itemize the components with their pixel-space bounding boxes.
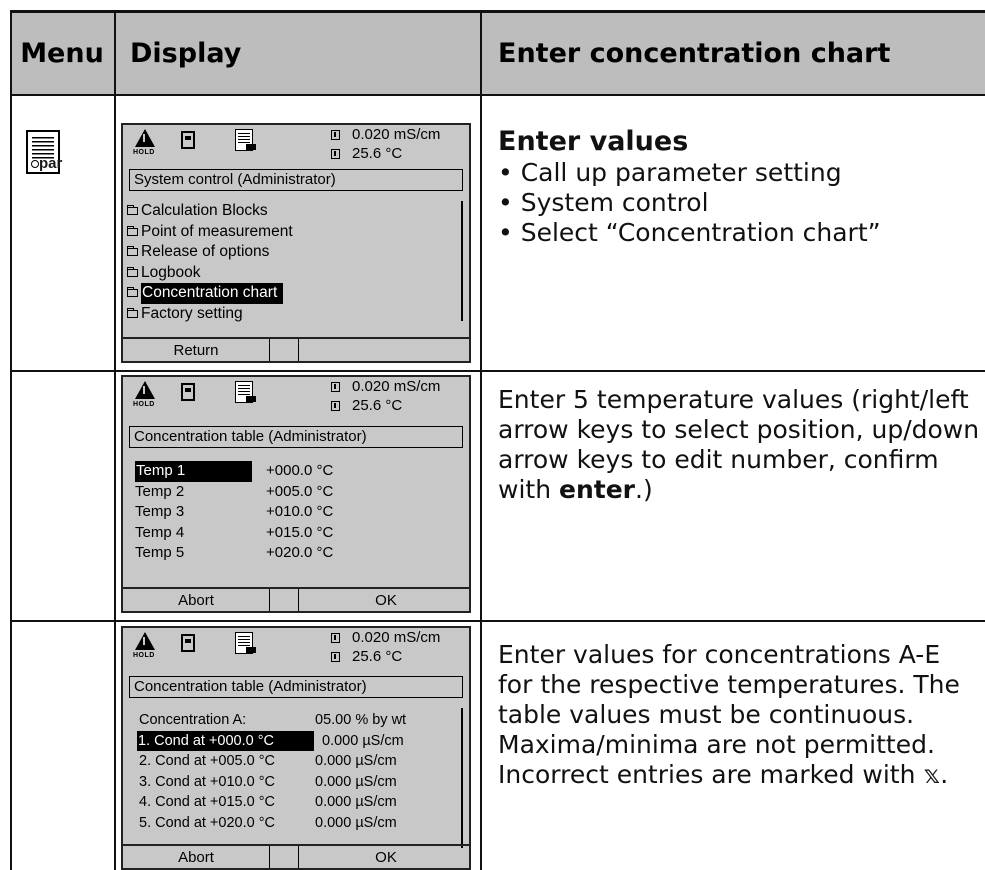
table-row[interactable]: Temp 5 +020.0 °C (135, 543, 333, 564)
status-bar: HOLD 0.020 mS/cm 25.6 °C (123, 377, 469, 421)
screen-title: Concentration table (Administrator) (129, 426, 463, 448)
header-enter-concentration-chart: Enter concentration chart (498, 38, 891, 69)
hold-warning-icon: HOLD (133, 381, 157, 411)
folder-icon (127, 287, 138, 298)
table-row[interactable]: Temp 2 +005.0 °C (135, 482, 333, 503)
gear-icon (31, 160, 39, 168)
softkey-bar: Abort OK (123, 587, 469, 611)
softkey-divider (269, 846, 299, 868)
softkey-bar: Return (123, 337, 469, 361)
column-divider-menu (114, 10, 116, 870)
concentration-row[interactable]: Concentration A: 05.00 % by wt (139, 710, 406, 731)
menu-item-concentration-chart[interactable]: Concentration chart (127, 283, 293, 304)
folder-icon (127, 266, 138, 277)
abort-softkey[interactable]: Abort (123, 846, 269, 868)
abort-softkey[interactable]: Abort (123, 589, 269, 611)
manual-page: Menu Display Enter concentration chart p… (0, 0, 985, 870)
device-icon (181, 634, 195, 652)
folder-icon (127, 205, 138, 216)
conductivity-value: 0.020 mS/cm (352, 378, 441, 395)
table-border-left (10, 10, 12, 870)
screen-title: System control (Administrator) (129, 169, 463, 191)
channel-icon (331, 400, 340, 411)
description-concentration-values: Enter values for concentrations A-E for … (498, 640, 982, 790)
channel-icon (331, 632, 340, 643)
device-screen-system-control: HOLD 0.020 mS/cm 25.6 °C System control … (121, 123, 471, 363)
channel-icon (331, 129, 340, 140)
device-icon (181, 383, 195, 401)
enter-key-label: enter (559, 475, 635, 504)
parameter-doc-icon (235, 632, 256, 654)
device-icon (181, 131, 195, 149)
softkey-bar: Abort OK (123, 844, 469, 868)
parameter-doc-icon (235, 129, 256, 151)
return-softkey[interactable]: Return (123, 339, 269, 361)
section-heading: Enter values (498, 126, 689, 157)
list-item: Select “Concentration chart” (498, 218, 982, 248)
status-bar: HOLD 0.020 mS/cm 25.6 °C (123, 628, 469, 672)
instruction-text-end: .) (635, 475, 653, 504)
menu-item-calculation-blocks[interactable]: Calculation Blocks (127, 201, 293, 222)
hold-warning-icon: HOLD (133, 632, 157, 662)
device-screen-concentration-table: HOLD 0.020 mS/cm 25.6 °C Concentration t… (121, 626, 471, 870)
temperature-value: 25.6 °C (352, 648, 403, 665)
status-bar: HOLD 0.020 mS/cm 25.6 °C (123, 125, 469, 169)
header-display: Display (130, 38, 242, 69)
softkey-divider (269, 589, 299, 611)
row-divider-2 (10, 620, 985, 622)
ok-softkey[interactable]: OK (301, 846, 471, 868)
table-row[interactable]: 5. Cond at +020.0 °C 0.000 µS/cm (139, 813, 406, 834)
menu-item-logbook[interactable]: Logbook (127, 263, 293, 284)
system-control-menu: Calculation Blocks Point of measurement … (127, 201, 293, 324)
instruction-list: Call up parameter setting System control… (498, 158, 982, 248)
folder-icon (127, 246, 138, 257)
screen-title: Concentration table (Administrator) (129, 676, 463, 698)
concentration-table: Concentration A: 05.00 % by wt 1. Cond at… (137, 710, 406, 834)
scrollbar[interactable] (461, 708, 463, 848)
ok-softkey[interactable]: OK (301, 589, 471, 611)
table-row[interactable]: 2. Cond at +005.0 °C 0.000 µS/cm (139, 751, 406, 772)
softkey-divider (269, 339, 299, 361)
table-row[interactable]: Temp 4 +015.0 °C (135, 523, 333, 544)
description-temperature-values: Enter 5 temperature values (right/left a… (498, 385, 982, 505)
menu-item-release-of-options[interactable]: Release of options (127, 242, 293, 263)
table-row[interactable]: Temp 1 +000.0 °C (135, 461, 333, 482)
menu-item-factory-setting[interactable]: Factory setting (127, 304, 293, 325)
header-menu: Menu (20, 38, 104, 69)
right-softkey[interactable] (301, 339, 471, 361)
list-item: Call up parameter setting (498, 158, 982, 188)
column-divider-display (480, 10, 482, 870)
table-header: Menu Display Enter concentration chart (10, 10, 985, 96)
measurement-readout: 0.020 mS/cm 25.6 °C (331, 628, 471, 666)
temperature-value: 25.6 °C (352, 397, 403, 414)
channel-icon (331, 148, 340, 159)
scrollbar[interactable] (461, 201, 463, 321)
device-screen-temperature-table: HOLD 0.020 mS/cm 25.6 °C Concentration t… (121, 375, 471, 613)
row-divider-1 (10, 370, 985, 372)
table-row[interactable]: 3. Cond at +010.0 °C 0.000 µS/cm (139, 772, 406, 793)
list-item: System control (498, 188, 982, 218)
channel-icon (331, 381, 340, 392)
conductivity-value: 0.020 mS/cm (352, 629, 441, 646)
measurement-readout: 0.020 mS/cm 25.6 °C (331, 125, 471, 163)
temperature-value: 25.6 °C (352, 145, 403, 162)
instruction-text: Enter values for concentrations A-E for … (498, 640, 960, 789)
temperature-table: Temp 1 +000.0 °C Temp 2 +005.0 °C Temp 3 +0… (135, 461, 333, 564)
menu-item-point-of-measurement[interactable]: Point of measurement (127, 222, 293, 243)
channel-icon (331, 651, 340, 662)
description-enter-values: Enter values Call up parameter setting S… (498, 126, 982, 248)
folder-icon (127, 225, 138, 236)
conductivity-value: 0.020 mS/cm (352, 126, 441, 143)
table-row[interactable]: 1. Cond at +000.0 °C 0.000 µS/cm (137, 730, 406, 751)
table-row[interactable]: 4. Cond at +015.0 °C 0.000 µS/cm (139, 792, 406, 813)
menu-icon-label: par (39, 155, 63, 172)
measurement-readout: 0.020 mS/cm 25.6 °C (331, 377, 471, 415)
table-row[interactable]: Temp 3 +010.0 °C (135, 502, 333, 523)
parameter-doc-icon (235, 381, 256, 403)
hold-warning-icon: HOLD (133, 129, 157, 159)
folder-icon (127, 307, 138, 318)
